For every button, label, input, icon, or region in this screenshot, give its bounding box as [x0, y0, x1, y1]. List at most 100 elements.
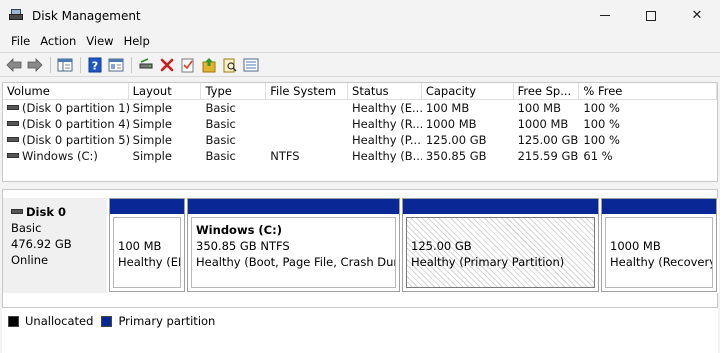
column-header-free-space[interactable]: Free Sp...	[514, 83, 580, 99]
partition-status: Healthy (Boot, Page File, Crash Dump, E	[196, 255, 395, 269]
legend-item-unallocated: Unallocated	[8, 314, 93, 328]
svg-text:?: ?	[92, 59, 98, 72]
partition-size: 100 MB	[118, 239, 162, 253]
table-row[interactable]: (Disk 0 partition 5) Simple Basic Health…	[3, 132, 717, 148]
file-system-cell	[266, 116, 348, 132]
show-hide-console-tree-icon	[57, 58, 73, 71]
disk-info-panel[interactable]: Disk 0 Basic 476.92 GB Online	[3, 198, 107, 293]
toolbar-separator	[131, 56, 132, 73]
type-cell: Basic	[205, 149, 236, 163]
type-cell: Basic	[205, 101, 236, 115]
volume-name: Windows (C:)	[22, 149, 98, 163]
title-bar: Disk Management ✕	[0, 0, 720, 31]
primary-partition-swatch	[101, 315, 113, 327]
capacity-cell: 100 MB	[425, 101, 470, 115]
search-button[interactable]	[220, 55, 240, 75]
partition-name: Windows (C:)	[196, 223, 282, 237]
connect-drive-icon	[139, 57, 153, 68]
back-button[interactable]	[4, 55, 24, 75]
window-title: Disk Management	[32, 8, 141, 23]
legend: Unallocated Primary partition	[2, 307, 718, 353]
disk-status: Online	[11, 253, 49, 267]
properties-icon	[108, 58, 124, 71]
table-row[interactable]: Windows (C:) Simple Basic NTFS Healthy (…	[3, 148, 717, 164]
connect-drive-button[interactable]	[136, 55, 156, 75]
minimize-button[interactable]	[582, 0, 628, 31]
free-space-cell: 100 MB	[517, 101, 561, 115]
volume-list: Volume Layout Type File System Status Ca…	[2, 82, 718, 182]
check-icon	[181, 58, 194, 72]
column-header-capacity[interactable]: Capacity	[422, 83, 514, 99]
free-space-cell: 1000 MB	[517, 117, 569, 131]
partition-block-selected[interactable]: 125.00 GB Healthy (Primary Partition)	[402, 198, 599, 292]
back-arrow-icon	[6, 57, 22, 72]
layout-cell: Simple	[132, 117, 172, 131]
column-header-file-system[interactable]: File System	[266, 83, 349, 99]
volume-name-cell: (Disk 0 partition 5)	[3, 132, 129, 148]
check-button[interactable]	[178, 55, 198, 75]
layout-cell: Simple	[132, 101, 172, 115]
partition-block[interactable]: 100 MB Healthy (EFI	[109, 198, 185, 292]
partition-type-bar	[188, 199, 399, 214]
partition-details: 125.00 GB Healthy (Primary Partition)	[406, 217, 595, 288]
type-cell: Basic	[205, 117, 236, 131]
volume-icon	[7, 121, 19, 126]
partition-type-bar	[110, 199, 184, 214]
menu-file[interactable]: File	[6, 34, 35, 48]
delete-button[interactable]	[157, 55, 177, 75]
maximize-button[interactable]	[628, 0, 674, 31]
volume-name: (Disk 0 partition 5)	[22, 133, 129, 147]
table-row[interactable]: (Disk 0 partition 4) Simple Basic Health…	[3, 116, 717, 132]
close-button[interactable]: ✕	[674, 0, 720, 31]
free-space-cell: 215.59 GB	[517, 149, 579, 163]
volume-name-cell: (Disk 0 partition 4)	[3, 116, 129, 132]
help-button[interactable]: ?	[85, 55, 105, 75]
menu-help[interactable]: Help	[119, 34, 155, 48]
help-icon: ?	[88, 57, 102, 72]
percent-free-cell: 61 %	[583, 149, 613, 163]
percent-free-cell: 100 %	[583, 117, 620, 131]
forward-button[interactable]	[25, 55, 45, 75]
column-header-type[interactable]: Type	[201, 83, 267, 99]
disk-name: Disk 0	[11, 204, 99, 220]
status-cell: Healthy (E...	[352, 101, 422, 115]
toolbar-separator	[80, 56, 81, 73]
details-button[interactable]	[241, 55, 261, 75]
partition-type-bar	[403, 199, 598, 214]
file-system-cell	[266, 100, 348, 116]
unallocated-swatch	[8, 315, 19, 327]
partition-block[interactable]: Windows (C:) 350.85 GB NTFS Healthy (Boo…	[187, 198, 400, 292]
percent-free-cell: 100 %	[583, 133, 620, 147]
column-header-status[interactable]: Status	[348, 83, 422, 99]
partition-size: 1000 MB	[610, 239, 661, 253]
file-system-cell: NTFS	[270, 149, 300, 163]
properties-button[interactable]	[106, 55, 126, 75]
maximize-icon	[646, 10, 656, 21]
show-hide-console-tree-button[interactable]	[55, 55, 75, 75]
volume-icon	[7, 105, 19, 110]
capacity-cell: 350.85 GB	[425, 149, 487, 163]
table-row[interactable]: (Disk 0 partition 1) Simple Basic Health…	[3, 100, 717, 116]
menu-view[interactable]: View	[81, 34, 118, 48]
partition-details: 100 MB Healthy (EFI	[113, 217, 181, 288]
partition-type-bar	[602, 199, 716, 214]
volume-icon	[7, 137, 19, 142]
type-cell: Basic	[205, 133, 236, 147]
file-system-cell	[266, 132, 348, 148]
menu-action[interactable]: Action	[35, 34, 81, 48]
column-header-layout[interactable]: Layout	[129, 83, 202, 99]
disk-management-app-icon	[8, 8, 24, 23]
column-header-percent-free[interactable]: % Free	[579, 83, 717, 99]
legend-label: Primary partition	[118, 314, 216, 328]
export-list-button[interactable]	[199, 55, 219, 75]
details-icon	[243, 58, 259, 71]
partition-block[interactable]: 1000 MB Healthy (Recovery P	[601, 198, 717, 292]
partition-size: 350.85 GB NTFS	[196, 239, 290, 253]
volume-icon	[7, 153, 19, 158]
toolbar: ?	[0, 52, 720, 77]
column-header-volume[interactable]: Volume	[3, 83, 129, 99]
volume-name-cell: (Disk 0 partition 1)	[3, 100, 129, 116]
close-icon: ✕	[691, 8, 703, 23]
legend-label: Unallocated	[25, 314, 94, 328]
toolbar-separator	[50, 56, 51, 73]
